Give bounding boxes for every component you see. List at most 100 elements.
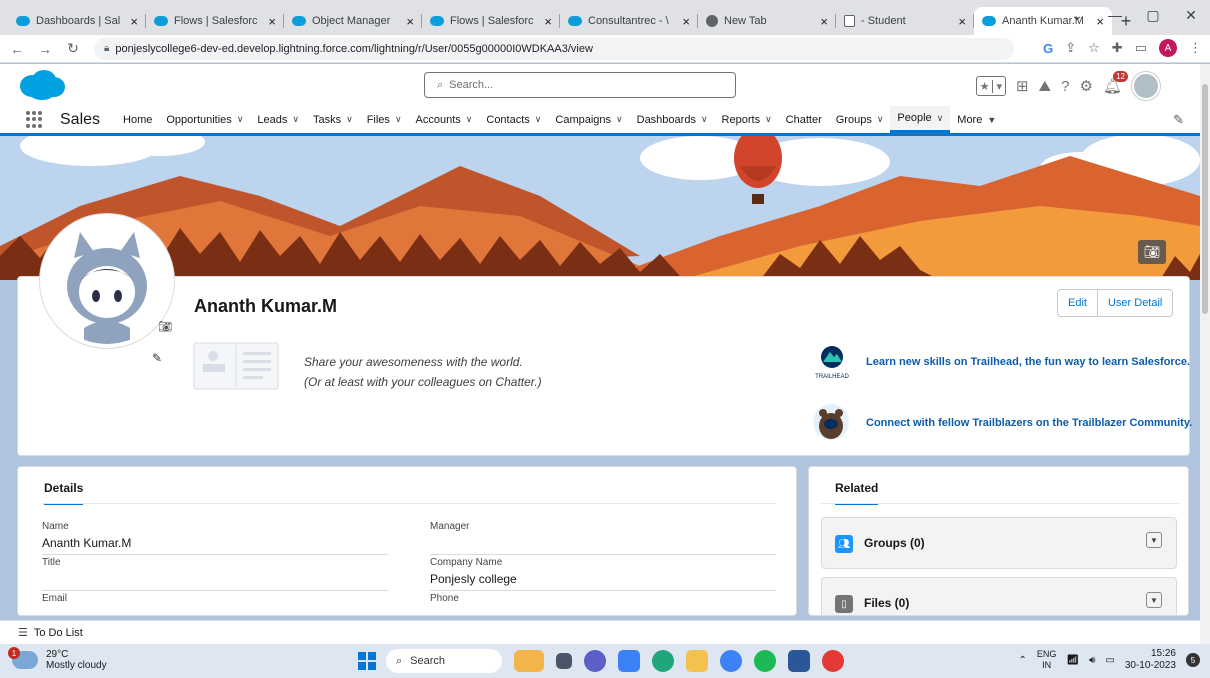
user-detail-button[interactable]: User Detail [1096, 290, 1172, 316]
nav-item-files[interactable]: Files ∨ [360, 106, 409, 133]
reload-icon[interactable]: ↻ [62, 40, 84, 57]
wifi-icon[interactable]: 📶︎ [1066, 655, 1079, 666]
minimize-icon[interactable]: — [1096, 7, 1134, 23]
details-tab[interactable]: Details [44, 481, 84, 505]
notification-center-badge[interactable]: 5 [1186, 653, 1200, 667]
trailhead-link[interactable]: Learn new skills on Trailhead, the fun w… [866, 356, 1190, 368]
related-list-label[interactable]: Files (0) [864, 596, 909, 610]
favorites-button[interactable]: ★ ▾ [975, 76, 1006, 96]
help-icon[interactable]: ? [1061, 78, 1069, 95]
scrollbar-thumb[interactable] [1202, 84, 1208, 314]
related-list-groups[interactable]: 👥︎ Groups (0) ▼ [821, 517, 1177, 569]
opera-browser-icon[interactable] [822, 650, 844, 672]
taskbar-search[interactable]: ⌕ Search [386, 649, 502, 673]
nav-item-groups[interactable]: Groups ∨ [829, 106, 891, 133]
back-icon[interactable]: ← [6, 41, 28, 57]
nav-item-home[interactable]: Home [116, 106, 159, 133]
forward-icon[interactable]: → [34, 41, 56, 57]
browser-tab[interactable]: Dashboards | Sal × [8, 7, 146, 35]
bookmark-star-icon[interactable]: ☆ [1088, 40, 1100, 56]
chevron-down-icon[interactable]: ∨ [877, 114, 884, 125]
nav-item-people[interactable]: People ∨ [890, 106, 951, 133]
nav-item-opportunities[interactable]: Opportunities ∨ [159, 106, 250, 133]
close-tab-icon[interactable]: × [268, 14, 276, 29]
nav-item-campaigns[interactable]: Campaigns ∨ [548, 106, 629, 133]
weather-widget[interactable]: 1 29°C Mostly cloudy [8, 647, 107, 671]
nav-item-dashboards[interactable]: Dashboards ∨ [630, 106, 715, 133]
browser-tab[interactable]: Flows | Salesforc × [422, 7, 560, 35]
related-tab[interactable]: Related [835, 481, 879, 505]
share-icon[interactable]: ⇪ [1065, 40, 1076, 56]
chevron-down-icon[interactable]: ∨ [237, 114, 244, 125]
user-avatar[interactable] [1132, 72, 1160, 100]
task-view-icon[interactable] [556, 653, 572, 669]
close-tab-icon[interactable]: × [682, 14, 690, 29]
page-scrollbar[interactable] [1200, 64, 1210, 644]
chevron-down-icon[interactable]: ∨ [292, 114, 299, 125]
change-photo-icon[interactable]: 📷︎ [158, 320, 172, 333]
nav-item-leads[interactable]: Leads ∨ [250, 106, 306, 133]
chevron-down-icon[interactable]: ∨ [616, 114, 623, 125]
edit-nav-icon[interactable]: ✎ [1173, 112, 1184, 128]
google-icon[interactable]: G [1043, 41, 1053, 56]
chevron-down-icon[interactable]: ∨ [346, 114, 353, 125]
store-app-icon[interactable] [618, 650, 640, 672]
language-indicator[interactable]: ENG IN [1037, 649, 1057, 671]
profile-avatar[interactable]: A [1159, 39, 1177, 57]
extensions-icon[interactable]: ✚ [1112, 40, 1123, 56]
browser-tab[interactable]: - Student × [836, 7, 974, 35]
close-tab-icon[interactable]: × [406, 14, 414, 29]
maximize-icon[interactable]: ▢ [1134, 7, 1172, 24]
chevron-down-icon[interactable]: ∨ [395, 114, 402, 125]
windows-start-icon[interactable] [358, 652, 376, 670]
nav-item-accounts[interactable]: Accounts ∨ [409, 106, 480, 133]
tray-overflow-icon[interactable]: ⌃ [1018, 655, 1026, 666]
teams-chat-icon[interactable] [584, 650, 606, 672]
edge-browser-icon[interactable] [652, 650, 674, 672]
edit-button[interactable]: Edit [1058, 290, 1097, 316]
edit-about-icon[interactable]: ✎ [152, 351, 162, 365]
url-input[interactable]: 🔒︎ ponjeslycollege6-dev-ed.develop.light… [94, 37, 1014, 60]
tab-search-icon[interactable]: ⌄ [1058, 7, 1096, 24]
chevron-down-icon[interactable]: ▼ [1146, 532, 1162, 548]
trailblazer-community-link[interactable]: Connect with fellow Trailblazers on the … [866, 417, 1192, 429]
app-launcher-icon[interactable] [26, 110, 44, 129]
menu-kebab-icon[interactable]: ⋮ [1189, 40, 1202, 56]
side-panel-icon[interactable]: ▭ [1135, 40, 1147, 56]
close-tab-icon[interactable]: × [820, 14, 828, 29]
widgets-app-icon[interactable] [514, 650, 544, 672]
banner-camera-icon[interactable]: 📷︎ [1138, 240, 1166, 264]
word-app-icon[interactable] [788, 650, 810, 672]
trailhead-guidance-icon[interactable]: ⛰ [1039, 78, 1052, 95]
chevron-down-icon[interactable]: ▼ [1146, 592, 1162, 608]
salesforce-logo-icon[interactable] [18, 69, 66, 101]
browser-tab[interactable]: Flows | Salesforc × [146, 7, 284, 35]
chevron-down-icon[interactable]: ∨ [937, 113, 944, 124]
battery-icon[interactable]: ▭ [1105, 655, 1114, 666]
close-window-icon[interactable]: ✕ [1172, 7, 1210, 24]
global-actions-icon[interactable]: ⊞ [1016, 77, 1029, 95]
chrome-app-icon[interactable] [720, 650, 742, 672]
chevron-down-icon[interactable]: ∨ [701, 114, 708, 125]
nav-item-chatter[interactable]: Chatter [779, 106, 829, 133]
chevron-down-icon[interactable]: ∨ [765, 114, 772, 125]
file-explorer-icon[interactable] [686, 650, 708, 672]
chevron-down-icon[interactable]: ∨ [535, 114, 542, 125]
browser-tab[interactable]: Object Manager × [284, 7, 422, 35]
todo-list-button[interactable]: To Do List [34, 627, 83, 639]
related-list-files[interactable]: ▯ Files (0) ▼ [821, 577, 1177, 615]
chevron-down-icon[interactable]: ▼ [987, 115, 996, 125]
global-search-input[interactable]: ⌕ Search... [424, 72, 736, 98]
nav-item-contacts[interactable]: Contacts ∨ [479, 106, 548, 133]
close-tab-icon[interactable]: × [544, 14, 552, 29]
clock[interactable]: 15:26 30-10-2023 [1125, 648, 1176, 672]
setup-gear-icon[interactable]: ⚙ [1080, 77, 1093, 95]
notifications-icon[interactable]: 🔔︎ 12 [1103, 71, 1128, 95]
browser-tab[interactable]: New Tab × [698, 7, 836, 35]
related-list-label[interactable]: Groups (0) [864, 536, 925, 550]
nav-item-tasks[interactable]: Tasks ∨ [306, 106, 360, 133]
nav-item-more[interactable]: More ▼ [950, 106, 1003, 133]
close-tab-icon[interactable]: × [130, 14, 138, 29]
close-tab-icon[interactable]: × [958, 14, 966, 29]
browser-tab[interactable]: Consultantrec - \ × [560, 7, 698, 35]
